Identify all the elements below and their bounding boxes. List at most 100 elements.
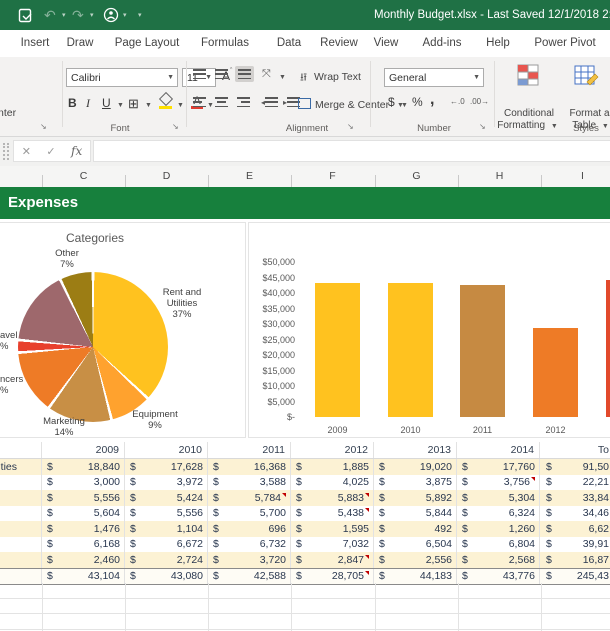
- table-cell[interactable]: $28,705: [291, 569, 374, 585]
- enter-icon[interactable]: ✓: [46, 145, 55, 158]
- table-cell[interactable]: $43,080: [125, 569, 208, 585]
- cancel-icon[interactable]: ✕: [22, 145, 31, 158]
- bar-2009[interactable]: [315, 283, 360, 417]
- table-cell[interactable]: $43,104: [42, 569, 125, 585]
- table-cell[interactable]: $5,304: [457, 490, 540, 506]
- conditional-formatting-button[interactable]: Conditional: [504, 108, 554, 119]
- fill-color-button[interactable]: [158, 94, 173, 109]
- underline-button[interactable]: U: [102, 96, 111, 110]
- table-cell[interactable]: $3,720: [208, 552, 291, 568]
- tab-review[interactable]: Review: [320, 30, 358, 57]
- table-cell[interactable]: $16,368: [208, 459, 291, 475]
- tab-insert[interactable]: Insert: [21, 30, 50, 57]
- column-header-I[interactable]: I: [581, 166, 584, 187]
- column-header-year[interactable]: 2013: [374, 442, 457, 458]
- tab-power-pivot[interactable]: Power Pivot: [534, 30, 595, 57]
- table-cell[interactable]: [0, 475, 42, 491]
- table-cell[interactable]: [0, 442, 42, 458]
- table-cell[interactable]: $1,476: [42, 521, 125, 537]
- merge-center-button[interactable]: Merge & Center: [315, 99, 389, 111]
- table-cell[interactable]: $3,875: [374, 475, 457, 491]
- accounting-dropdown-icon[interactable]: ▼: [398, 102, 411, 109]
- table-cell[interactable]: $44,183: [374, 569, 457, 585]
- merge-center-icon[interactable]: [298, 98, 311, 109]
- table-cell[interactable]: [0, 521, 42, 537]
- table-cell[interactable]: $43,776: [457, 569, 540, 585]
- table-cell[interactable]: $5,604: [42, 506, 125, 522]
- table-cell[interactable]: [0, 552, 42, 568]
- table-cell[interactable]: $6,504: [374, 537, 457, 553]
- tab-draw[interactable]: Draw: [67, 30, 94, 57]
- table-cell[interactable]: $5,700: [208, 506, 291, 522]
- table-cell[interactable]: $7,032: [291, 537, 374, 553]
- align-left-button[interactable]: [193, 97, 206, 107]
- chevron-down-icon[interactable]: ▼: [164, 74, 177, 81]
- table-cell[interactable]: $19,020: [374, 459, 457, 475]
- table-cell[interactable]: $5,883: [291, 490, 374, 506]
- table-cell[interactable]: $6,732: [208, 537, 291, 553]
- table-cell[interactable]: $5,424: [125, 490, 208, 506]
- table-cell[interactable]: $3,972: [125, 475, 208, 491]
- conditional-formatting-button-line2[interactable]: Formatting ▼: [497, 120, 561, 131]
- wrap-text-icon[interactable]: ⭿: [300, 69, 307, 88]
- table-cell[interactable]: $6,804: [457, 537, 540, 553]
- table-cell[interactable]: $17,760: [457, 459, 540, 475]
- table-cell[interactable]: $3,756: [457, 475, 540, 491]
- tab-view[interactable]: View: [374, 30, 399, 57]
- align-center-button[interactable]: [215, 97, 228, 107]
- tab-help[interactable]: Help: [486, 30, 510, 57]
- conditional-formatting-icon[interactable]: [515, 62, 541, 88]
- undo-dropdown-icon[interactable]: ▾: [62, 7, 66, 23]
- table-cell[interactable]: $245,43: [540, 569, 609, 585]
- table-cell[interactable]: $34,46: [540, 506, 609, 522]
- format-as-table-icon[interactable]: [573, 62, 599, 88]
- column-header-C[interactable]: C: [80, 166, 88, 187]
- increase-decimal-button[interactable]: ←.0: [450, 97, 465, 106]
- undo-icon[interactable]: ↶: [44, 7, 56, 23]
- bold-button[interactable]: B: [68, 96, 77, 110]
- table-cell[interactable]: $5,784: [208, 490, 291, 506]
- orientation-button[interactable]: ⤧: [262, 68, 271, 81]
- table-cell[interactable]: $16,87: [540, 552, 609, 568]
- comma-style-button[interactable]: ,: [430, 91, 434, 109]
- font-name-combobox[interactable]: Calibri▼: [66, 68, 178, 87]
- number-dialog-launcher-icon[interactable]: ↘: [479, 122, 488, 131]
- tab-add-ins[interactable]: Add-ins: [423, 30, 462, 57]
- chevron-down-icon[interactable]: ▼: [470, 74, 483, 81]
- table-cell[interactable]: $1,104: [125, 521, 208, 537]
- bar-2011[interactable]: [460, 285, 505, 417]
- table-cell[interactable]: $3,588: [208, 475, 291, 491]
- table-cell[interactable]: $91,50: [540, 459, 609, 475]
- table-cell[interactable]: $2,460: [42, 552, 125, 568]
- column-header-year[interactable]: 2011: [208, 442, 291, 458]
- column-header-total[interactable]: To: [540, 442, 609, 458]
- fill-color-dropdown-icon[interactable]: ▼: [174, 102, 187, 109]
- decrease-indent-button[interactable]: ◂: [261, 97, 278, 107]
- touch-mode-icon[interactable]: [103, 7, 119, 23]
- touch-mode-dropdown-icon[interactable]: ▾: [123, 7, 127, 23]
- column-header-G[interactable]: G: [412, 166, 420, 187]
- column-header-year[interactable]: 2014: [457, 442, 540, 458]
- table-cell[interactable]: $2,724: [125, 552, 208, 568]
- table-cell[interactable]: [0, 537, 42, 553]
- table-cell[interactable]: $1,260: [457, 521, 540, 537]
- tab-page-layout[interactable]: Page Layout: [115, 30, 180, 57]
- table-cell[interactable]: $2,568: [457, 552, 540, 568]
- column-header-H[interactable]: H: [496, 166, 504, 187]
- decrease-decimal-button[interactable]: .00→: [470, 97, 489, 106]
- table-cell[interactable]: $492: [374, 521, 457, 537]
- table-cell[interactable]: $3,000: [42, 475, 125, 491]
- table-cell[interactable]: [0, 506, 42, 522]
- table-cell[interactable]: $5,844: [374, 506, 457, 522]
- formula-input[interactable]: [93, 140, 610, 162]
- table-cell[interactable]: $5,892: [374, 490, 457, 506]
- clipboard-dialog-launcher-icon[interactable]: ↘: [40, 122, 49, 131]
- bar-2012[interactable]: [533, 328, 578, 417]
- table-cell[interactable]: $5,556: [42, 490, 125, 506]
- orientation-dropdown-icon[interactable]: ▼: [276, 74, 289, 81]
- table-cell[interactable]: $42,588: [208, 569, 291, 585]
- workbook-save-icon[interactable]: [18, 7, 34, 23]
- table-cell[interactable]: $2,847: [291, 552, 374, 568]
- bar-partial[interactable]: [606, 280, 610, 417]
- bar-2010[interactable]: [388, 283, 433, 417]
